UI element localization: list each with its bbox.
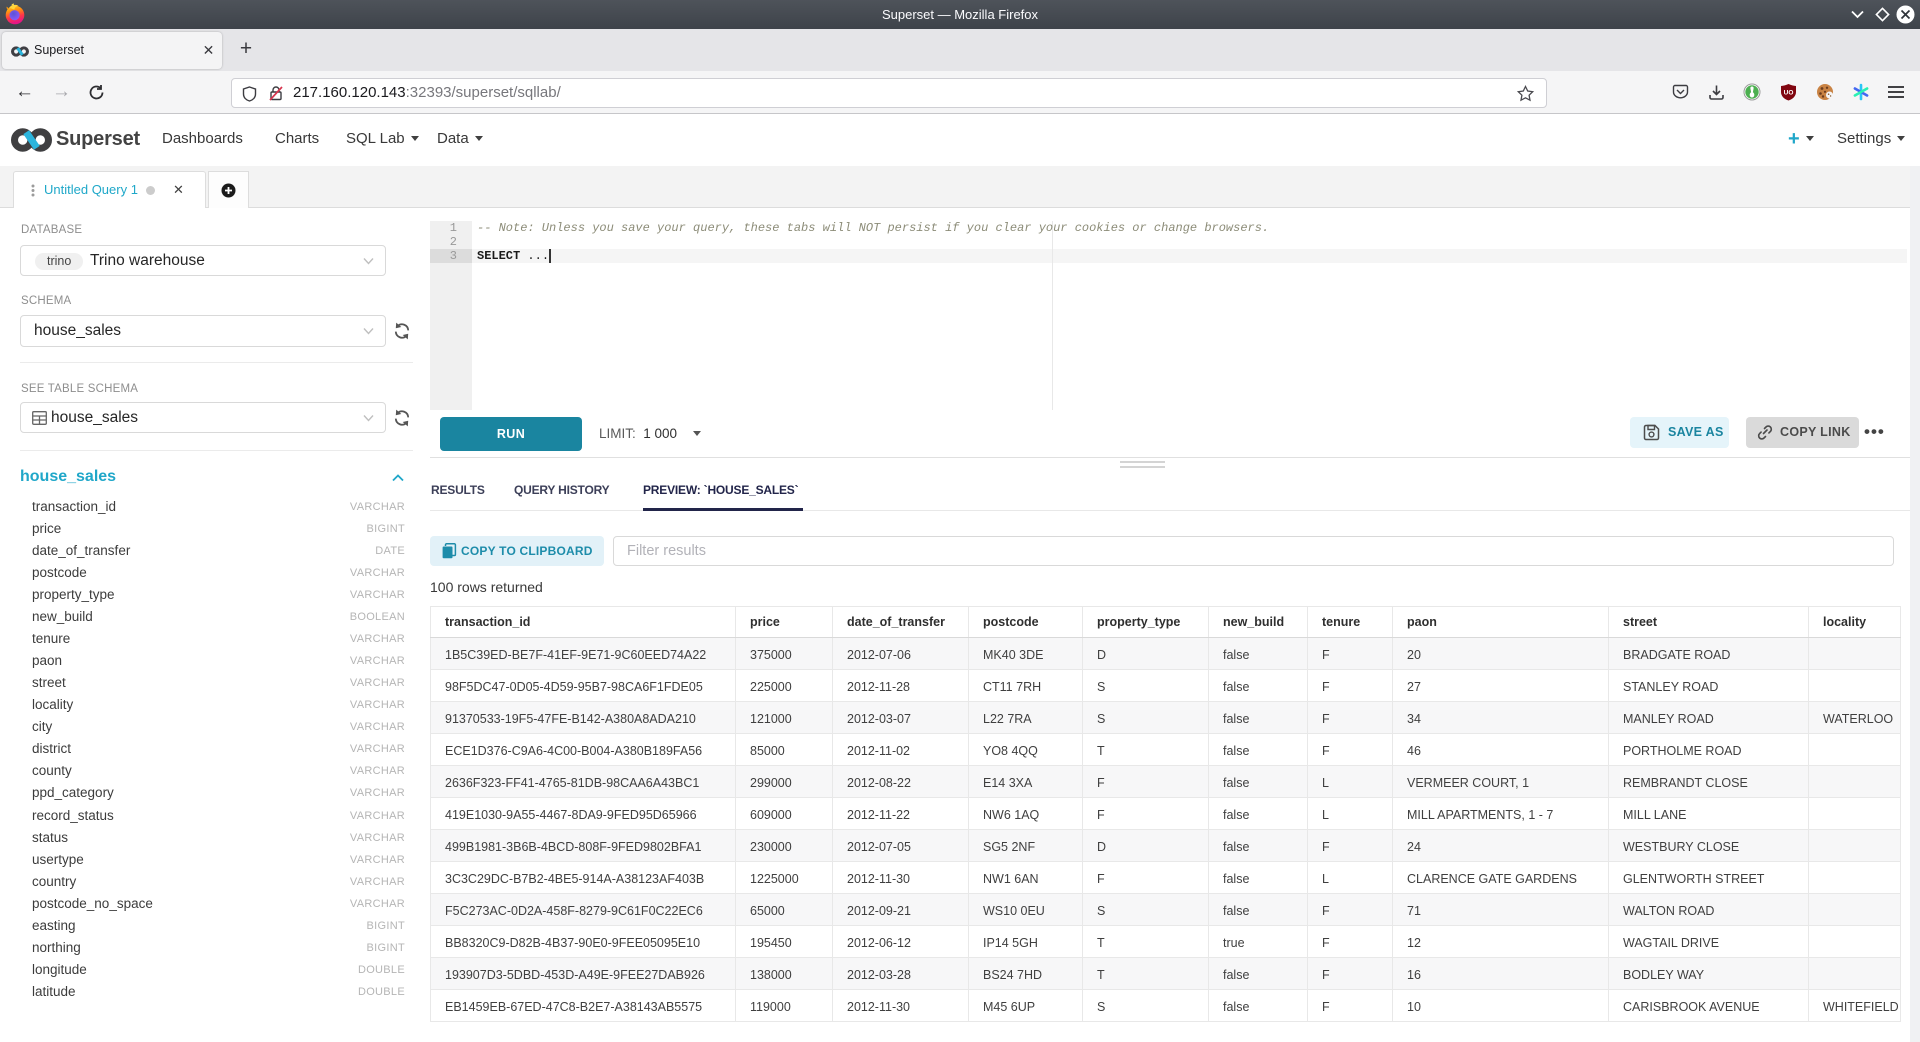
svg-text:UO: UO (1784, 90, 1794, 97)
